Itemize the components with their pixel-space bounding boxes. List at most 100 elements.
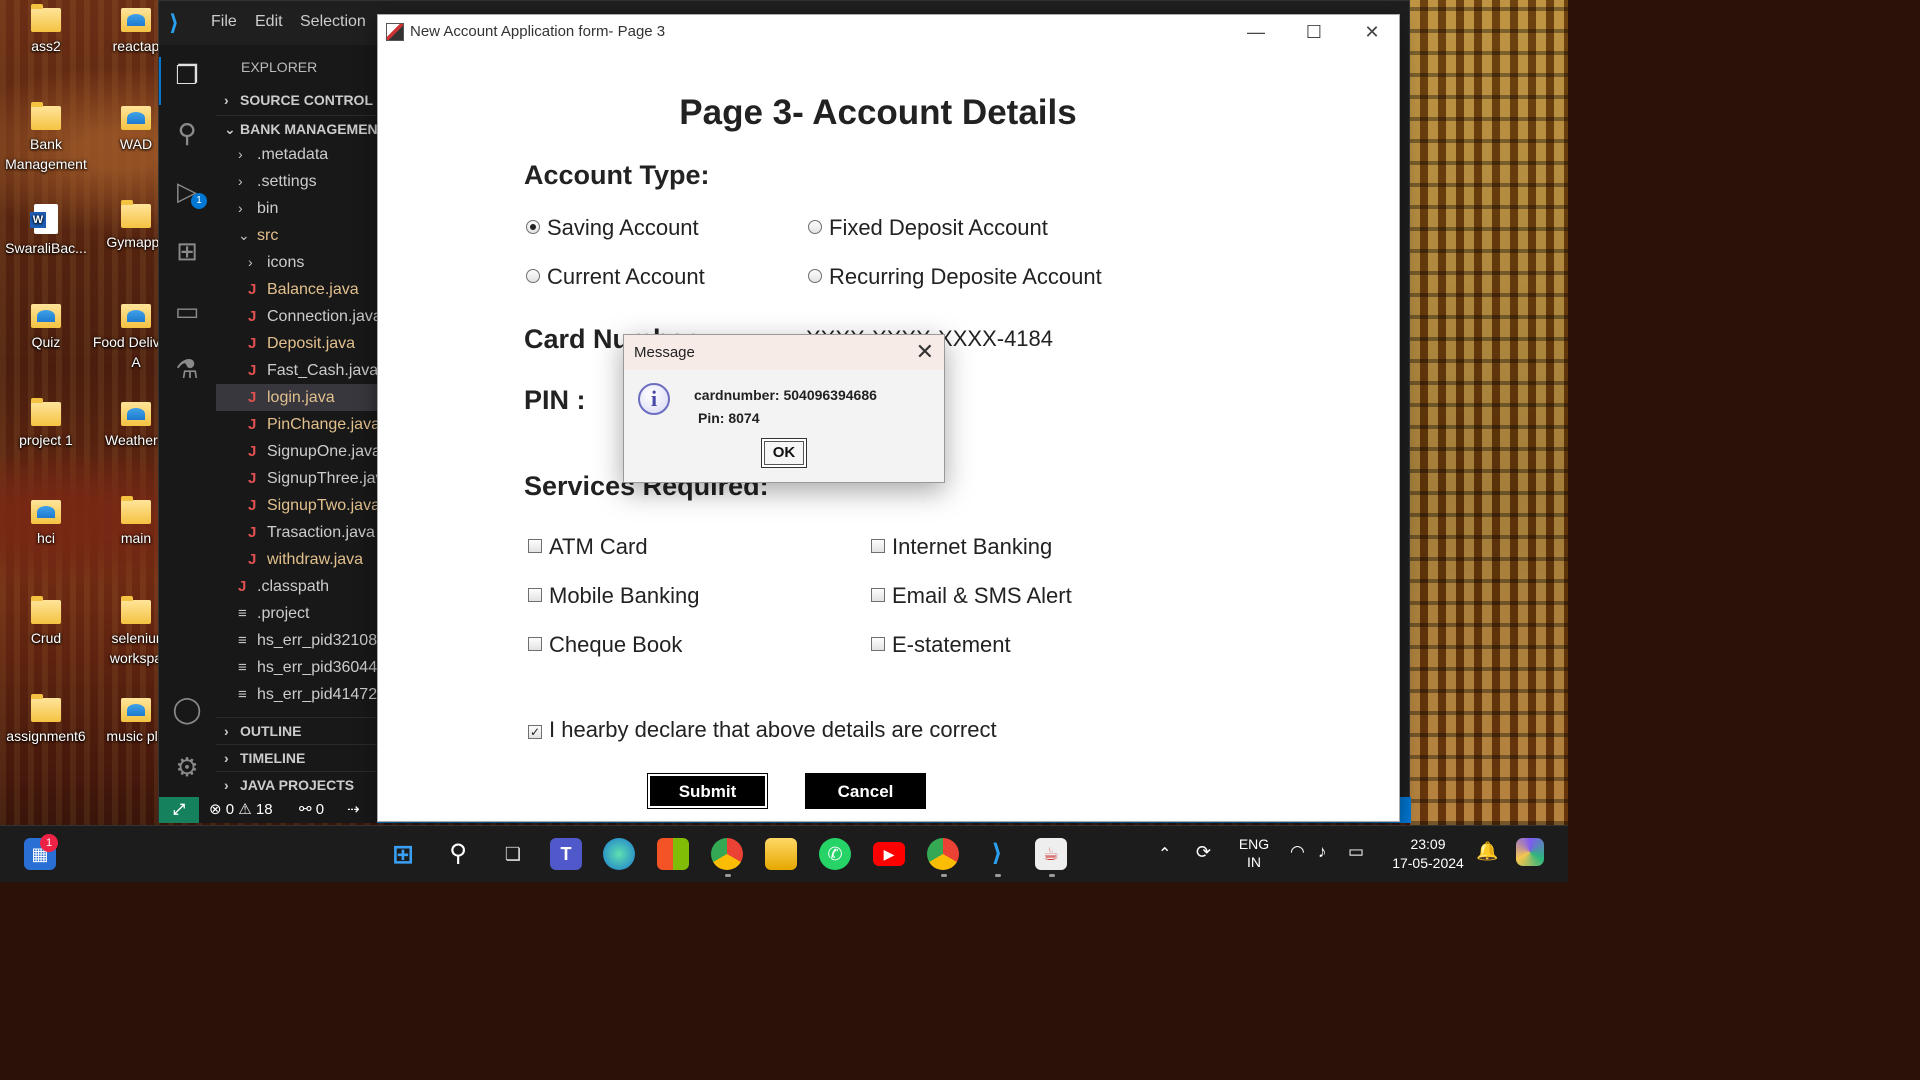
task-view-icon[interactable]: ❏ (497, 838, 529, 870)
radio-button[interactable] (808, 269, 822, 283)
desktop-icon[interactable]: Quiz (0, 304, 92, 352)
section-outline[interactable]: › OUTLINE (216, 717, 377, 743)
start-icon[interactable]: ⊞ (387, 838, 419, 870)
desktop-icon[interactable]: project 1 (0, 398, 92, 450)
submit-button[interactable]: Submit (647, 773, 768, 809)
radio-recurring-deposit[interactable]: Recurring Deposite Account (808, 263, 1102, 291)
wifi-icon[interactable]: ◠ (1290, 842, 1305, 862)
file-explorer-icon[interactable] (765, 838, 797, 870)
radio-button[interactable] (526, 220, 540, 234)
chrome-icon[interactable] (711, 838, 743, 870)
show-hidden-icons-icon[interactable]: ⌃ (1158, 844, 1171, 864)
checkbox[interactable] (871, 588, 885, 602)
checkbox[interactable] (528, 637, 542, 651)
account-icon[interactable]: ◯ (171, 693, 203, 725)
dialog-close-icon[interactable]: ✕ (916, 339, 934, 365)
tree-item[interactable]: › .settings (216, 168, 377, 195)
tree-item[interactable]: J Deposit.java (216, 330, 377, 357)
minimize-button[interactable]: — (1233, 19, 1279, 45)
tree-item[interactable]: › .metadata (216, 141, 377, 168)
sync-icon[interactable]: ⟳ (1196, 842, 1211, 863)
desktop-icon[interactable]: hci (0, 500, 92, 548)
cancel-button[interactable]: Cancel (805, 773, 926, 809)
edge-icon[interactable] (603, 838, 635, 870)
menu-edit[interactable]: Edit (255, 13, 283, 31)
tree-item[interactable]: J Balance.java (216, 276, 377, 303)
extensions-icon[interactable]: ⊞ (171, 235, 203, 267)
radio-saving-account[interactable]: Saving Account (526, 214, 699, 242)
tree-item[interactable]: Jwithdraw.java (216, 546, 377, 573)
tree-item[interactable]: J SignupTwo.java (216, 492, 377, 519)
menu-selection[interactable]: Selection (300, 13, 366, 31)
search-icon[interactable]: ⚲ (442, 838, 474, 870)
tree-item[interactable]: J Fast_Cash.java (216, 357, 377, 384)
whatsapp-icon[interactable]: ✆ (819, 838, 851, 870)
tree-item[interactable]: ⌄ src (216, 222, 377, 249)
tree-item[interactable]: J SignupOne.java (216, 438, 377, 465)
check-mobile-banking[interactable]: Mobile Banking (528, 582, 699, 610)
teams-icon[interactable]: T (550, 838, 582, 870)
tree-item[interactable]: J SignupThree.java (216, 465, 377, 492)
chrome-profile-icon[interactable] (927, 838, 959, 870)
tree-item[interactable]: J PinChange.java (216, 411, 377, 438)
copilot-icon[interactable] (1516, 838, 1544, 866)
settings-gear-icon[interactable]: ⚙ (171, 751, 203, 783)
radio-button[interactable] (808, 220, 822, 234)
desktop-icon[interactable]: ass2 (0, 4, 92, 56)
checkbox[interactable] (528, 539, 542, 553)
status-ports[interactable]: ⚯ 0 (299, 797, 324, 823)
checkbox[interactable] (528, 588, 542, 602)
check-cheque-book[interactable]: Cheque Book (528, 631, 682, 659)
radio-fixed-deposit[interactable]: Fixed Deposit Account (808, 214, 1048, 242)
radio-button[interactable] (526, 269, 540, 283)
language-indicator[interactable]: ENG IN (1232, 835, 1276, 871)
explorer-icon[interactable]: ❐ (171, 59, 203, 91)
youtube-icon[interactable]: ▶ (873, 842, 905, 866)
dialog-ok-button[interactable]: OK (761, 438, 807, 468)
tree-item[interactable]: ≡ hs_err_pid36044. (216, 654, 377, 681)
desktop-icon[interactable]: Crud (0, 596, 92, 648)
maximize-button[interactable]: ☐ (1291, 19, 1337, 45)
checkbox[interactable] (871, 637, 885, 651)
tree-item[interactable]: Jlogin.java (216, 384, 377, 411)
tree-item[interactable]: J .classpath (216, 573, 377, 600)
tree-item[interactable]: J Trasaction.java (216, 519, 377, 546)
check-email-sms-alert[interactable]: Email & SMS Alert (871, 582, 1072, 610)
desktop-icon[interactable]: SwaraliBac... (0, 204, 92, 258)
desktop-icon[interactable]: Bank Management (0, 102, 92, 174)
volume-icon[interactable]: ♪ (1318, 842, 1327, 862)
menu-file[interactable]: File (211, 13, 237, 31)
clock[interactable]: 23:09 17-05-2024 (1384, 835, 1472, 873)
close-button[interactable]: ✕ (1349, 19, 1395, 45)
tree-item[interactable]: ≡ .project (216, 600, 377, 627)
status-share-icon[interactable]: ⇢ (347, 797, 360, 823)
radio-current-account[interactable]: Current Account (526, 263, 705, 291)
store-icon[interactable] (657, 838, 689, 870)
checkbox[interactable]: ✓ (528, 725, 542, 739)
tree-item[interactable]: J Connection.java (216, 303, 377, 330)
tree-item[interactable]: › bin (216, 195, 377, 222)
notification-bell-icon[interactable]: 🔔 (1476, 841, 1498, 862)
check-internet-banking[interactable]: Internet Banking (871, 533, 1052, 561)
checkbox[interactable] (871, 539, 885, 553)
check-e-statement[interactable]: E-statement (871, 631, 1011, 659)
remote-indicator-icon[interactable]: ⤢ (159, 797, 199, 823)
testing-icon[interactable]: ⚗ (171, 353, 203, 385)
tree-item[interactable]: › icons (216, 249, 377, 276)
check-declaration[interactable]: ✓ I hearby declare that above details are… (528, 716, 997, 744)
section-java-projects[interactable]: › JAVA PROJECTS (216, 771, 377, 797)
desktop-icon[interactable]: assignment6 (0, 694, 92, 746)
search-icon[interactable]: ⚲ (171, 117, 203, 149)
section-project[interactable]: ⌄ BANK MANAGEMENT (216, 115, 377, 141)
section-source-control[interactable]: › SOURCE CONTROL (216, 87, 377, 113)
check-atm-card[interactable]: ATM Card (528, 533, 648, 561)
tree-item[interactable]: ≡ hs_err_pid41472. (216, 681, 377, 708)
tree-item-label: .metadata (257, 146, 329, 163)
remote-explorer-icon[interactable]: ▭ (171, 295, 203, 327)
section-timeline[interactable]: › TIMELINE (216, 744, 377, 770)
battery-icon[interactable]: ▭ (1348, 842, 1364, 862)
tree-item[interactable]: ≡ hs_err_pid32108. (216, 627, 377, 654)
vscode-icon[interactable]: ⟩ (981, 838, 1013, 870)
status-errors[interactable]: ⊗ 0 ⚠ 18 (209, 797, 273, 823)
java-app-icon[interactable]: ☕ (1035, 838, 1067, 870)
